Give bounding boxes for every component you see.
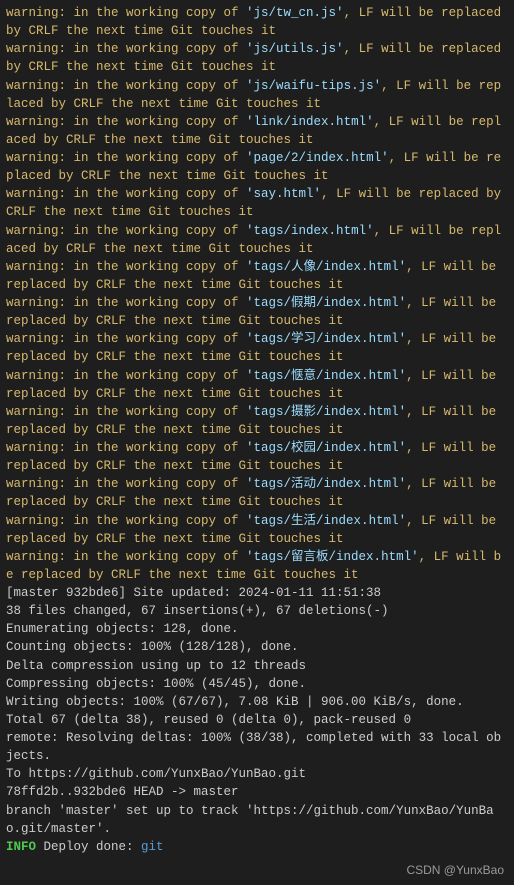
warning-label: warning: in the working copy of	[6, 224, 246, 238]
warning-path: 'tags/留言板/index.html'	[246, 550, 419, 564]
warning-label: warning: in the working copy of	[6, 441, 246, 455]
deploy-done-line: INFO Deploy done: git	[6, 838, 508, 856]
warning-label: warning: in the working copy of	[6, 405, 246, 419]
deploy-tool: git	[141, 840, 164, 854]
warning-path: 'tags/摄影/index.html'	[246, 405, 406, 419]
warning-label: warning: in the working copy of	[6, 42, 246, 56]
warning-path: 'js/waifu-tips.js'	[246, 79, 381, 93]
warning-line: warning: in the working copy of 'tags/人像…	[6, 258, 508, 294]
warning-path: 'tags/校园/index.html'	[246, 441, 406, 455]
warning-label: warning: in the working copy of	[6, 332, 246, 346]
progress-line: Writing objects: 100% (67/67), 7.08 KiB …	[6, 693, 508, 711]
progress-line: Total 67 (delta 38), reused 0 (delta 0),…	[6, 711, 508, 729]
warning-line: warning: in the working copy of 'tags/学习…	[6, 330, 508, 366]
warning-path: 'js/tw_cn.js'	[246, 6, 344, 20]
warning-line: warning: in the working copy of 'tags/生活…	[6, 512, 508, 548]
warning-line: warning: in the working copy of 'link/in…	[6, 113, 508, 149]
push-ref: 78ffd2b..932bde6 HEAD -> master	[6, 783, 508, 801]
warning-path: 'tags/活动/index.html'	[246, 477, 406, 491]
warning-line: warning: in the working copy of 'tags/摄影…	[6, 403, 508, 439]
progress-line: Compressing objects: 100% (45/45), done.	[6, 675, 508, 693]
info-label: INFO	[6, 840, 44, 854]
warning-label: warning: in the working copy of	[6, 369, 246, 383]
warning-label: warning: in the working copy of	[6, 115, 246, 129]
progress-line: remote: Resolving deltas: 100% (38/38), …	[6, 729, 508, 765]
warning-path: 'tags/学习/index.html'	[246, 332, 406, 346]
progress-line: Enumerating objects: 128, done.	[6, 620, 508, 638]
warning-label: warning: in the working copy of	[6, 151, 246, 165]
warning-path: 'tags/假期/index.html'	[246, 296, 406, 310]
warning-label: warning: in the working copy of	[6, 187, 246, 201]
warning-label: warning: in the working copy of	[6, 296, 246, 310]
warning-label: warning: in the working copy of	[6, 79, 246, 93]
warning-line: warning: in the working copy of 'tags/校园…	[6, 439, 508, 475]
warning-line: warning: in the working copy of 'js/util…	[6, 40, 508, 76]
warning-path: 'js/utils.js'	[246, 42, 344, 56]
warning-line: warning: in the working copy of 'tags/活动…	[6, 475, 508, 511]
warning-line: warning: in the working copy of 'js/waif…	[6, 77, 508, 113]
warning-path: 'tags/生活/index.html'	[246, 514, 406, 528]
warning-line: warning: in the working copy of 'tags/惬意…	[6, 367, 508, 403]
warning-line: warning: in the working copy of 'page/2/…	[6, 149, 508, 185]
progress-line: Delta compression using up to 12 threads	[6, 657, 508, 675]
warning-path: 'tags/惬意/index.html'	[246, 369, 406, 383]
push-target: To https://github.com/YunxBao/YunBao.git	[6, 765, 508, 783]
warning-path: 'page/2/index.html'	[246, 151, 389, 165]
warning-label: warning: in the working copy of	[6, 477, 246, 491]
warning-label: warning: in the working copy of	[6, 6, 246, 20]
watermark: CSDN @YunxBao	[0, 858, 514, 885]
deploy-text: Deploy done:	[44, 840, 142, 854]
warning-line: warning: in the working copy of 'tags/假期…	[6, 294, 508, 330]
commit-stats: 38 files changed, 67 insertions(+), 67 d…	[6, 602, 508, 620]
commit-summary: [master 932bde6] Site updated: 2024-01-1…	[6, 584, 508, 602]
warning-line: warning: in the working copy of 'tags/留言…	[6, 548, 508, 584]
progress-line: Counting objects: 100% (128/128), done.	[6, 638, 508, 656]
warning-line: warning: in the working copy of 'js/tw_c…	[6, 4, 508, 40]
warning-path: 'tags/index.html'	[246, 224, 374, 238]
warning-path: 'tags/人像/index.html'	[246, 260, 406, 274]
warning-line: warning: in the working copy of 'say.htm…	[6, 185, 508, 221]
warning-label: warning: in the working copy of	[6, 550, 246, 564]
warning-path: 'say.html'	[246, 187, 321, 201]
warning-label: warning: in the working copy of	[6, 260, 246, 274]
terminal-output: warning: in the working copy of 'js/tw_c…	[0, 0, 514, 858]
push-track: branch 'master' set up to track 'https:/…	[6, 802, 508, 838]
warning-line: warning: in the working copy of 'tags/in…	[6, 222, 508, 258]
warning-path: 'link/index.html'	[246, 115, 374, 129]
warning-label: warning: in the working copy of	[6, 514, 246, 528]
